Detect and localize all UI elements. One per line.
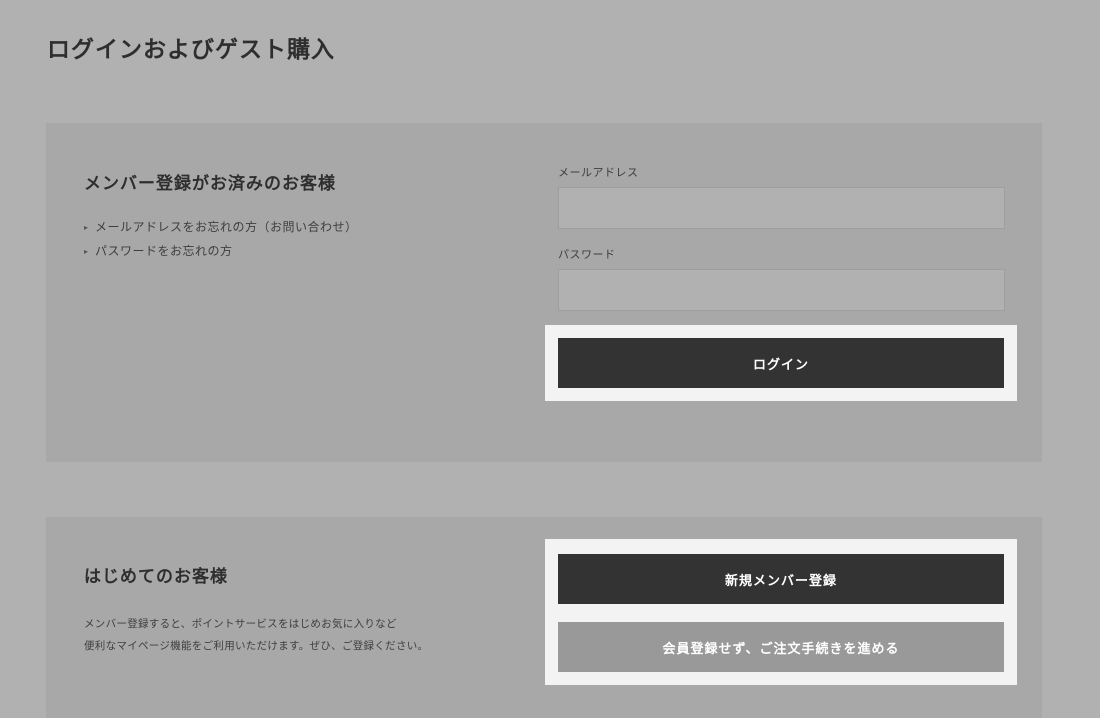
first-time-panel: はじめてのお客様 メンバー登録すると、ポイントサービスをはじめお気に入りなど 便… [46,517,1042,718]
forgot-email-link[interactable]: ▸ メールアドレスをお忘れの方（お問い合わせ） [84,219,358,243]
bullet-icon: ▸ [84,223,89,232]
bullet-icon: ▸ [84,247,89,256]
email-field[interactable] [558,187,1005,229]
first-time-description: メンバー登録すると、ポイントサービスをはじめお気に入りなど 便利なマイページ機能… [84,613,428,657]
guest-checkout-button[interactable]: 会員登録せず、ご注文手続きを進める [558,622,1004,672]
description-line: メンバー登録すると、ポイントサービスをはじめお気に入りなど [84,618,397,630]
login-button-highlight: ログイン [545,325,1017,401]
login-button[interactable]: ログイン [558,338,1004,388]
password-field-label: パスワード [558,248,616,261]
page-title: ログインおよびゲスト購入 [47,37,335,63]
first-time-heading: はじめてのお客様 [84,567,228,587]
help-links-list: ▸ メールアドレスをお忘れの方（お問い合わせ） ▸ パスワードをお忘れの方 [84,219,358,267]
description-line: 便利なマイページ機能をご利用いただけます。ぜひ、ご登録ください。 [84,640,429,652]
email-field-label: メールアドレス [558,166,639,179]
forgot-email-link-label: メールアドレスをお忘れの方（お問い合わせ） [95,220,358,234]
member-login-heading: メンバー登録がお済みのお客様 [84,174,336,194]
member-login-panel: メンバー登録がお済みのお客様 ▸ メールアドレスをお忘れの方（お問い合わせ） ▸ パ… [46,123,1042,462]
signup-buttons-highlight: 新規メンバー登録 会員登録せず、ご注文手続きを進める [545,539,1017,685]
forgot-password-link-label: パスワードをお忘れの方 [95,244,233,258]
password-field[interactable] [558,269,1005,311]
forgot-password-link[interactable]: ▸ パスワードをお忘れの方 [84,243,358,267]
register-member-button[interactable]: 新規メンバー登録 [558,554,1004,604]
